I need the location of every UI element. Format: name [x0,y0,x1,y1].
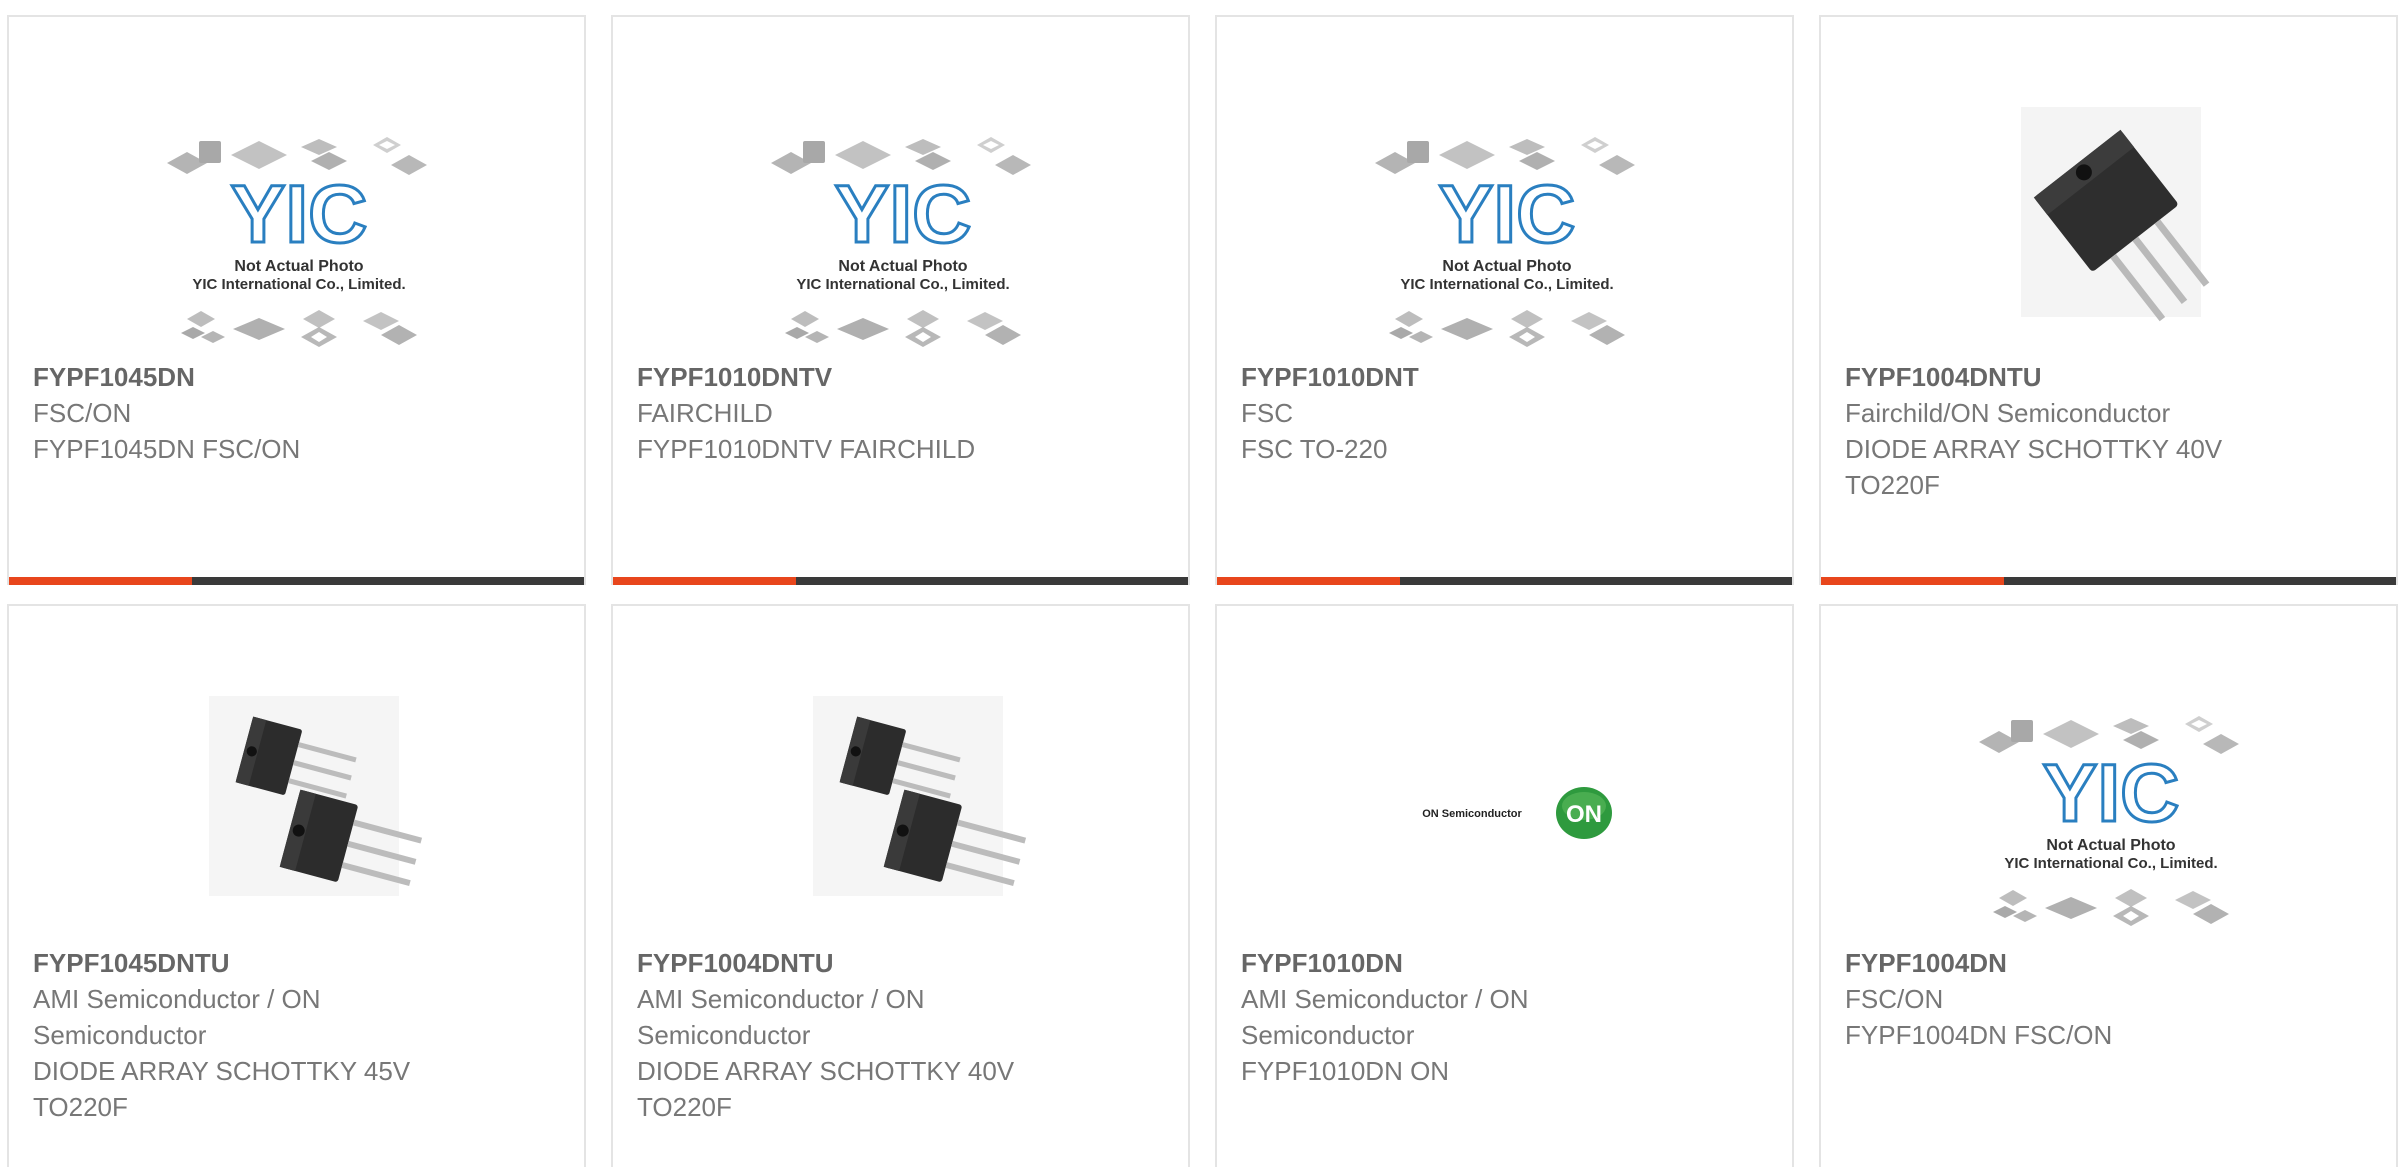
placeholder-line2: YIC International Co., Limited. [192,276,405,293]
product-description: TO220F [637,1092,732,1122]
product-name[interactable]: FYPF1004DNTU [637,945,1157,981]
product-manufacturer: Fairchild/ON Semiconductor [1845,398,2171,428]
product-card[interactable]: FYPF1004DNTU AMI Semiconductor / ON Semi… [611,604,1190,1167]
product-card[interactable]: ON Semiconductor ON FYPF1010DN AMI Semic… [1215,604,1794,1167]
product-image[interactable] [763,676,1043,946]
product-card[interactable]: YIC Not Actual Photo YIC International Co.… [1819,604,2398,1167]
card-bottom-bar [1821,577,2396,585]
product-image[interactable]: YIC Not Actual Photo YIC International Co.… [1367,97,1647,367]
product-image[interactable]: YIC Not Actual Photo YIC International Co.… [1971,676,2251,946]
product-name[interactable]: FYPF1010DN [1241,945,1761,981]
product-manufacturer: AMI Semiconductor / ON [637,984,925,1014]
product-card[interactable]: YIC Not Actual Photo YIC International Co.… [7,15,586,585]
product-manufacturer: Semiconductor [33,1020,207,1050]
on-badge-text: ON [1566,801,1602,828]
product-info: FYPF1045DNTU AMI Semiconductor / ON Semi… [33,945,553,1125]
product-image[interactable] [159,676,439,946]
to220-single-image [2021,107,2210,322]
yic-logo-text: YIC [2043,748,2180,839]
product-card[interactable]: FYPF1004DNTU Fairchild/ON Semiconductor … [1819,15,2398,585]
on-logo-text: ON Semiconductor [1422,808,1522,820]
product-info: FYPF1045DN FSC/ON FYPF1045DN FSC/ON [33,359,553,467]
product-card[interactable]: YIC Not Actual Photo YIC International Co.… [611,15,1190,585]
product-description: FYPF1004DN FSC/ON [1845,1020,2113,1050]
product-image[interactable]: YIC Not Actual Photo YIC International Co.… [763,97,1043,367]
card-bottom-bar [1217,577,1792,585]
product-description: FSC TO-220 [1241,434,1388,464]
product-description: FYPF1045DN FSC/ON [33,434,301,464]
product-manufacturer: Semiconductor [1241,1020,1415,1050]
placeholder-line2: YIC International Co., Limited. [796,276,1009,293]
product-name[interactable]: FYPF1010DNTV [637,359,1157,395]
product-description: DIODE ARRAY SCHOTTKY 45V [33,1056,411,1086]
product-description: DIODE ARRAY SCHOTTKY 40V [1845,434,2223,464]
product-info: FYPF1004DN FSC/ON FYPF1004DN FSC/ON [1845,945,2365,1053]
to220-pair-image [209,696,423,896]
product-grid: YIC Not Actual Photo YIC International Co.… [0,0,2400,1167]
placeholder-line1: Not Actual Photo [838,258,967,275]
product-card[interactable]: FYPF1045DNTU AMI Semiconductor / ON Semi… [7,604,586,1167]
product-description: FYPF1010DN ON [1241,1056,1450,1086]
product-manufacturer: FSC/ON [33,398,132,428]
product-name[interactable]: FYPF1004DNTU [1845,359,2365,395]
to220-pair-image [813,696,1027,896]
product-image[interactable] [1971,97,2251,367]
placeholder-line1: Not Actual Photo [2046,837,2175,854]
yic-placeholder-image: YICNot Actual PhotoYIC International Co.… [1979,716,2239,926]
yic-logo-text: YIC [835,169,972,260]
product-info: FYPF1004DNTU Fairchild/ON Semiconductor … [1845,359,2365,503]
product-image[interactable]: ON Semiconductor ON [1367,676,1647,946]
yic-logo-text: YIC [231,169,368,260]
product-image[interactable]: YIC Not Actual Photo YIC International Co.… [159,97,439,367]
placeholder-line2: YIC International Co., Limited. [2004,855,2217,872]
product-manufacturer: FAIRCHILD [637,398,773,428]
product-manufacturer: Semiconductor [637,1020,811,1050]
product-description: TO220F [1845,470,1940,500]
card-bottom-bar [9,577,584,585]
placeholder-line1: Not Actual Photo [1442,258,1571,275]
product-manufacturer: AMI Semiconductor / ON [33,984,321,1014]
card-bottom-bar [613,577,1188,585]
product-info: FYPF1010DN AMI Semiconductor / ON Semico… [1241,945,1761,1089]
yic-logo-text: YIC [1439,169,1576,260]
placeholder-line2: YIC International Co., Limited. [1400,276,1613,293]
product-info: FYPF1010DNTV FAIRCHILD FYPF1010DNTV FAIR… [637,359,1157,467]
product-name[interactable]: FYPF1045DN [33,359,553,395]
yic-placeholder-image: YICNot Actual PhotoYIC International Co.… [1375,137,1635,347]
placeholder-line1: Not Actual Photo [234,258,363,275]
product-card[interactable]: YIC Not Actual Photo YIC International Co.… [1215,15,1794,585]
product-description: FYPF1010DNTV FAIRCHILD [637,434,976,464]
product-manufacturer: FSC/ON [1845,984,1944,1014]
product-name[interactable]: FYPF1010DNT [1241,359,1761,395]
product-manufacturer: AMI Semiconductor / ON [1241,984,1529,1014]
product-name[interactable]: FYPF1004DN [1845,945,2365,981]
on-semiconductor-logo: ON Semiconductor ON [1422,787,1612,839]
product-info: FYPF1010DNT FSC FSC TO-220 [1241,359,1761,467]
yic-placeholder-image: YICNot Actual PhotoYIC International Co.… [771,137,1031,347]
product-info: FYPF1004DNTU AMI Semiconductor / ON Semi… [637,945,1157,1125]
product-manufacturer: FSC [1241,398,1293,428]
yic-placeholder-image: YICNot Actual PhotoYIC International Co.… [167,137,427,347]
product-name[interactable]: FYPF1045DNTU [33,945,553,981]
product-description: TO220F [33,1092,128,1122]
product-description: DIODE ARRAY SCHOTTKY 40V [637,1056,1015,1086]
